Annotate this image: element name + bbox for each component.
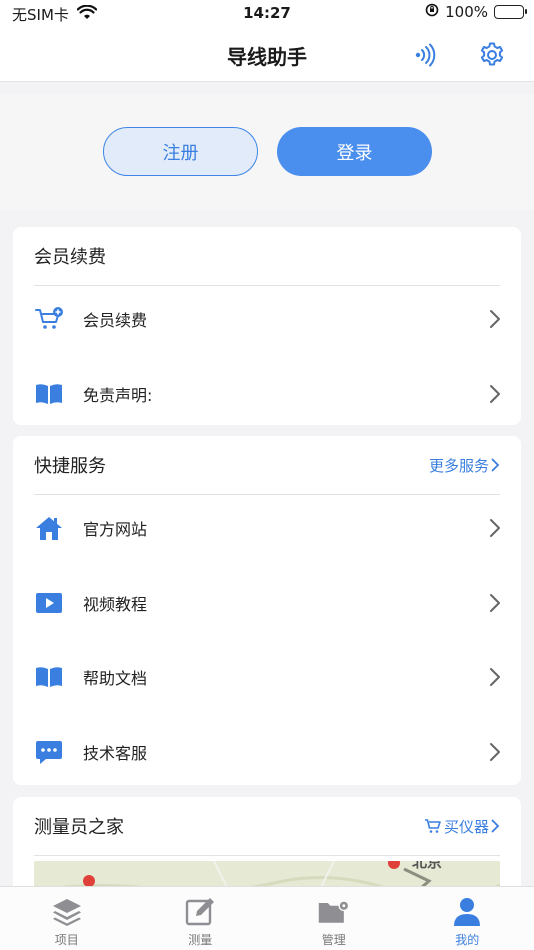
tab-mine[interactable]: 我的 — [401, 887, 534, 950]
chevron-right-icon — [490, 310, 500, 328]
layers-icon — [50, 895, 84, 929]
cart-plus-icon — [34, 304, 64, 334]
more-services-label: 更多服务 — [428, 456, 489, 475]
card-title: 快捷服务 — [34, 456, 106, 477]
chevron-right-icon — [490, 743, 500, 761]
video-icon — [34, 588, 64, 618]
login-button[interactable]: 登录 — [277, 127, 432, 176]
row-label: 会员续费 — [83, 311, 148, 330]
card-header: 会员续费 — [34, 227, 500, 286]
list-item-membership-renewal[interactable]: 会员续费 — [13, 282, 521, 356]
list-item-help-docs[interactable]: 帮助文档 — [13, 640, 521, 714]
tab-label: 项目 — [54, 933, 79, 947]
tab-survey[interactable]: 测量 — [134, 887, 268, 950]
battery-icon — [494, 5, 527, 19]
row-label: 帮助文档 — [83, 669, 148, 688]
tab-label: 测量 — [188, 933, 213, 947]
register-button[interactable]: 注册 — [103, 127, 258, 176]
page-title: 导线助手 — [227, 45, 307, 69]
chevron-right-icon — [491, 458, 500, 472]
nav-bar: 导线助手 — [0, 28, 534, 82]
surveyor-home-card: 测量员之家 买仪器 北京 — [13, 797, 521, 897]
folder-gear-icon — [317, 895, 351, 929]
auth-area: 注册 登录 — [0, 94, 534, 210]
chevron-right-icon — [491, 819, 500, 833]
book-icon — [34, 662, 64, 692]
chevron-right-icon — [490, 594, 500, 612]
cart-icon — [424, 819, 441, 833]
bluetooth-signal-icon[interactable] — [408, 39, 440, 71]
chevron-right-icon — [490, 385, 500, 403]
row-label: 视频教程 — [83, 595, 148, 614]
edit-icon — [183, 895, 217, 929]
book-icon — [34, 379, 64, 409]
buy-instruments-label: 买仪器 — [443, 817, 489, 836]
chat-icon — [34, 737, 64, 767]
row-label: 技术客服 — [83, 744, 148, 763]
tab-projects[interactable]: 项目 — [0, 887, 134, 950]
status-right: 100% — [425, 3, 527, 21]
settings-gear-icon[interactable] — [476, 39, 508, 71]
card-header: 测量员之家 买仪器 — [34, 797, 500, 856]
membership-card: 会员续费 会员续费 免责声明: — [13, 227, 521, 425]
map-city-label: 北京 — [412, 861, 442, 871]
row-label: 官方网站 — [83, 520, 148, 539]
tab-bar: 项目 测量 管理 我的 — [0, 886, 534, 950]
quick-services-card: 快捷服务 更多服务 官方网站 视频教程 帮助文档 技术客服 — [13, 436, 521, 785]
battery-percent: 100% — [445, 3, 488, 21]
orientation-lock-icon — [425, 3, 439, 21]
home-icon — [34, 513, 64, 543]
tab-label: 管理 — [321, 933, 346, 947]
card-title: 会员续费 — [34, 247, 106, 268]
user-icon — [450, 895, 484, 929]
buy-instruments-link[interactable]: 买仪器 — [424, 816, 500, 837]
status-bar: 无SIM卡 14:27 100% — [0, 0, 534, 28]
chevron-right-icon — [490, 519, 500, 537]
list-item-video-tutorial[interactable]: 视频教程 — [13, 566, 521, 640]
chevron-right-icon — [490, 668, 500, 686]
card-title: 测量员之家 — [34, 817, 124, 838]
tab-label: 我的 — [455, 933, 480, 947]
row-label: 免责声明: — [83, 386, 153, 405]
tab-manage[interactable]: 管理 — [267, 887, 401, 950]
more-services-link[interactable]: 更多服务 — [429, 455, 500, 476]
list-item-tech-support[interactable]: 技术客服 — [13, 715, 521, 785]
card-header: 快捷服务 更多服务 — [34, 436, 500, 495]
list-item-official-website[interactable]: 官方网站 — [13, 491, 521, 565]
list-item-disclaimer[interactable]: 免责声明: — [13, 357, 521, 425]
